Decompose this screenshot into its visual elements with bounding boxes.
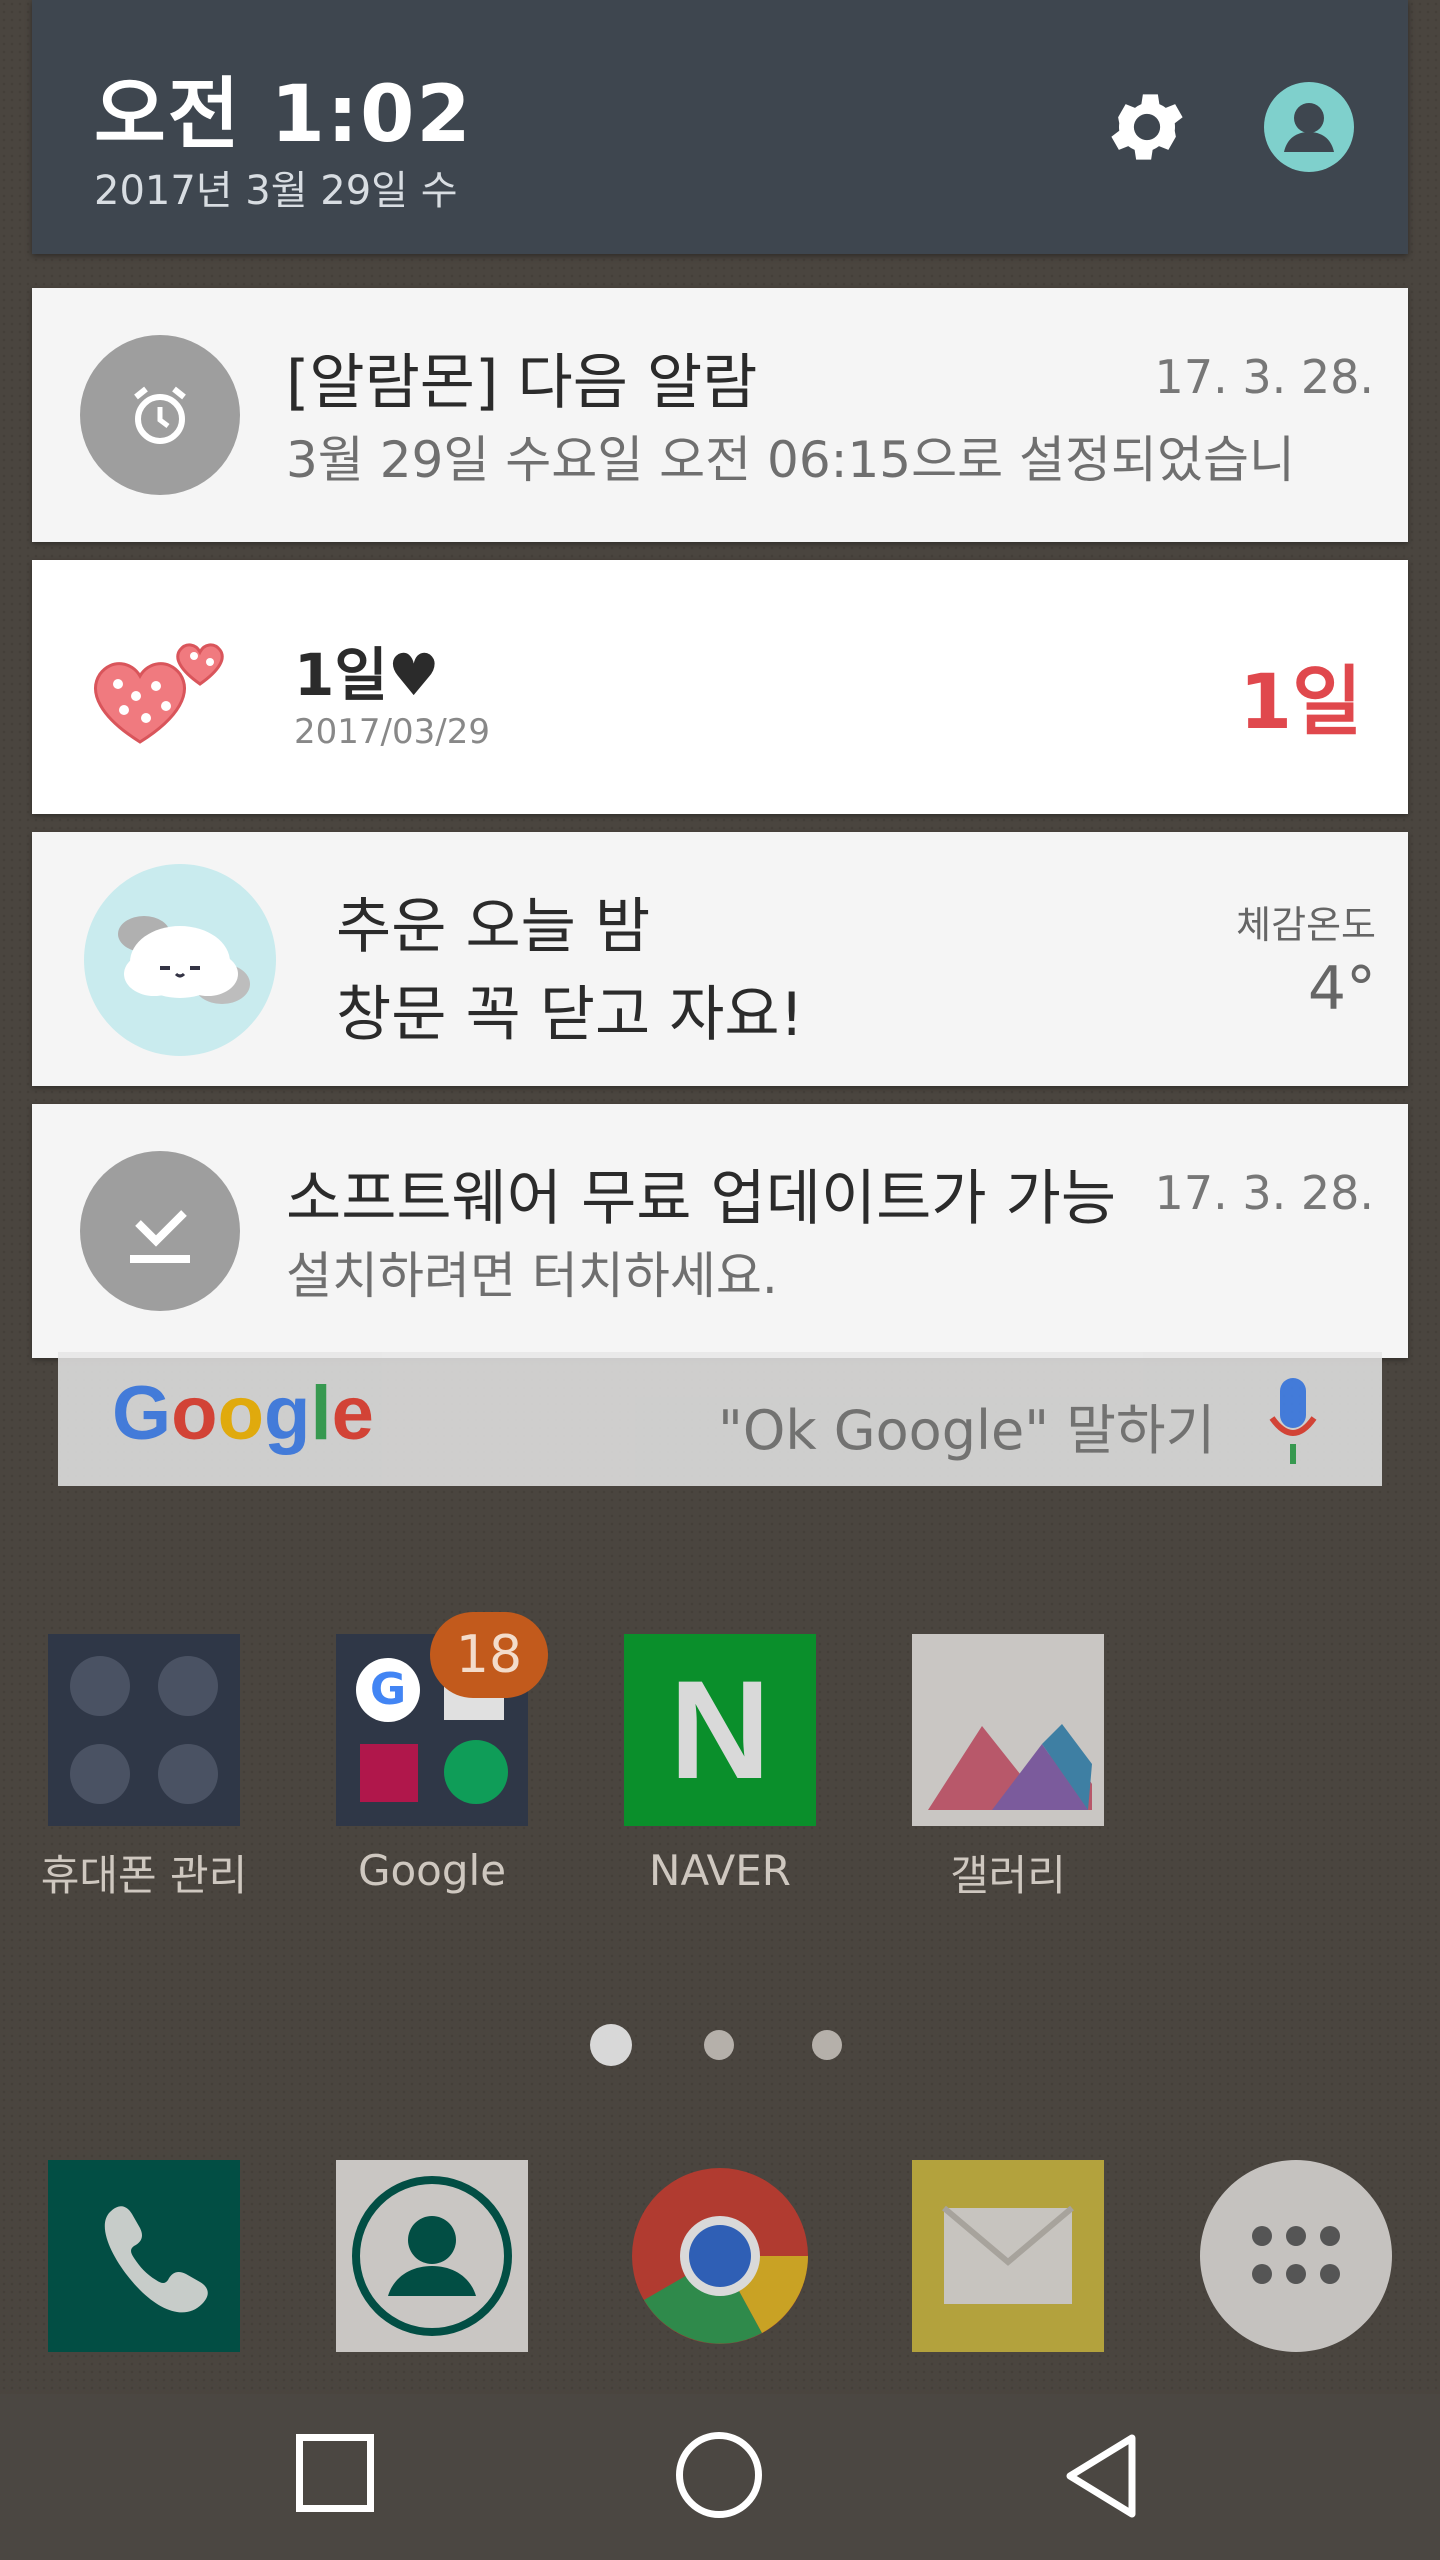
google-search-bar[interactable]: Google "Ok Google" 말하기	[58, 1352, 1382, 1486]
notification-date: 17. 3. 28.	[1154, 350, 1374, 404]
feels-like-label: 체감온도	[1236, 903, 1376, 947]
heart-icon	[94, 643, 224, 744]
notification-title: 소프트웨어 무료 업데이트가 가능	[286, 1164, 1117, 1234]
quick-settings-header: 오전 1:02 2017년 3월 29일 수	[32, 0, 1408, 254]
app-label: Google	[357, 1846, 507, 1895]
notification-text: 설치하려면 터치하세요.	[286, 1247, 778, 1305]
app-drawer-icon[interactable]	[1200, 2160, 1392, 2352]
notification-day-counter[interactable]: 1일♥ 2017/03/29 1일	[32, 560, 1408, 814]
microphone-icon[interactable]	[1268, 1374, 1318, 1466]
notification-title: [알람몬] 다음 알람	[286, 348, 758, 418]
notification-text: 3월 29일 수요일 오전 06:15으로 설정되었습니	[286, 431, 1295, 489]
navigation-bar	[0, 2394, 1440, 2560]
temperature-value: 4°	[1307, 954, 1376, 1024]
cloud-icon	[84, 864, 276, 1056]
page-indicator[interactable]	[812, 2030, 842, 2060]
app-label: 갤러리	[950, 1851, 1066, 1900]
day-count: 1일	[1239, 657, 1362, 746]
weather-line2: 창문 꼭 닫고 자요!	[336, 980, 804, 1050]
phone-manager-folder-icon[interactable]	[48, 1634, 240, 1826]
gallery-app-icon[interactable]	[912, 1634, 1104, 1826]
app-label: 휴대폰 관리	[40, 1851, 248, 1900]
notification-alarm[interactable]: [알람몬] 다음 알람 17. 3. 28. 3월 29일 수요일 오전 06:…	[32, 288, 1408, 542]
notification-weather[interactable]: 추운 오늘 밤 창문 꼭 닫고 자요! 체감온도 4°	[32, 832, 1408, 1086]
contacts-app-icon[interactable]	[336, 2160, 528, 2352]
gear-icon[interactable]	[1102, 82, 1192, 172]
status-time: 오전 1:02	[94, 70, 473, 160]
alarm-clock-icon	[80, 335, 240, 495]
back-icon[interactable]	[1060, 2430, 1140, 2522]
chrome-app-icon[interactable]	[624, 2160, 816, 2352]
google-logo: Google	[112, 1371, 374, 1456]
user-avatar-icon[interactable]	[1264, 82, 1354, 172]
status-date: 2017년 3월 29일 수	[94, 168, 458, 214]
naver-app-icon[interactable]: N	[624, 1634, 816, 1826]
notification-title: 1일♥	[294, 641, 440, 709]
notification-date: 17. 3. 28.	[1154, 1166, 1374, 1220]
download-icon	[80, 1151, 240, 1311]
home-icon[interactable]	[676, 2432, 762, 2518]
search-hint: "Ok Google" 말하기	[718, 1399, 1216, 1462]
notification-count-badge: 18	[430, 1612, 548, 1698]
app-label: NAVER	[649, 1846, 791, 1895]
weather-line1: 추운 오늘 밤	[336, 892, 651, 962]
recent-apps-icon[interactable]	[296, 2434, 374, 2512]
notification-software-update[interactable]: 소프트웨어 무료 업데이트가 가능 17. 3. 28. 설치하려면 터치하세요…	[32, 1104, 1408, 1358]
notification-date: 2017/03/29	[294, 712, 490, 752]
page-indicator[interactable]	[704, 2030, 734, 2060]
phone-app-icon[interactable]	[48, 2160, 240, 2352]
page-indicator-active[interactable]	[590, 2024, 632, 2066]
email-app-icon[interactable]	[912, 2160, 1104, 2352]
